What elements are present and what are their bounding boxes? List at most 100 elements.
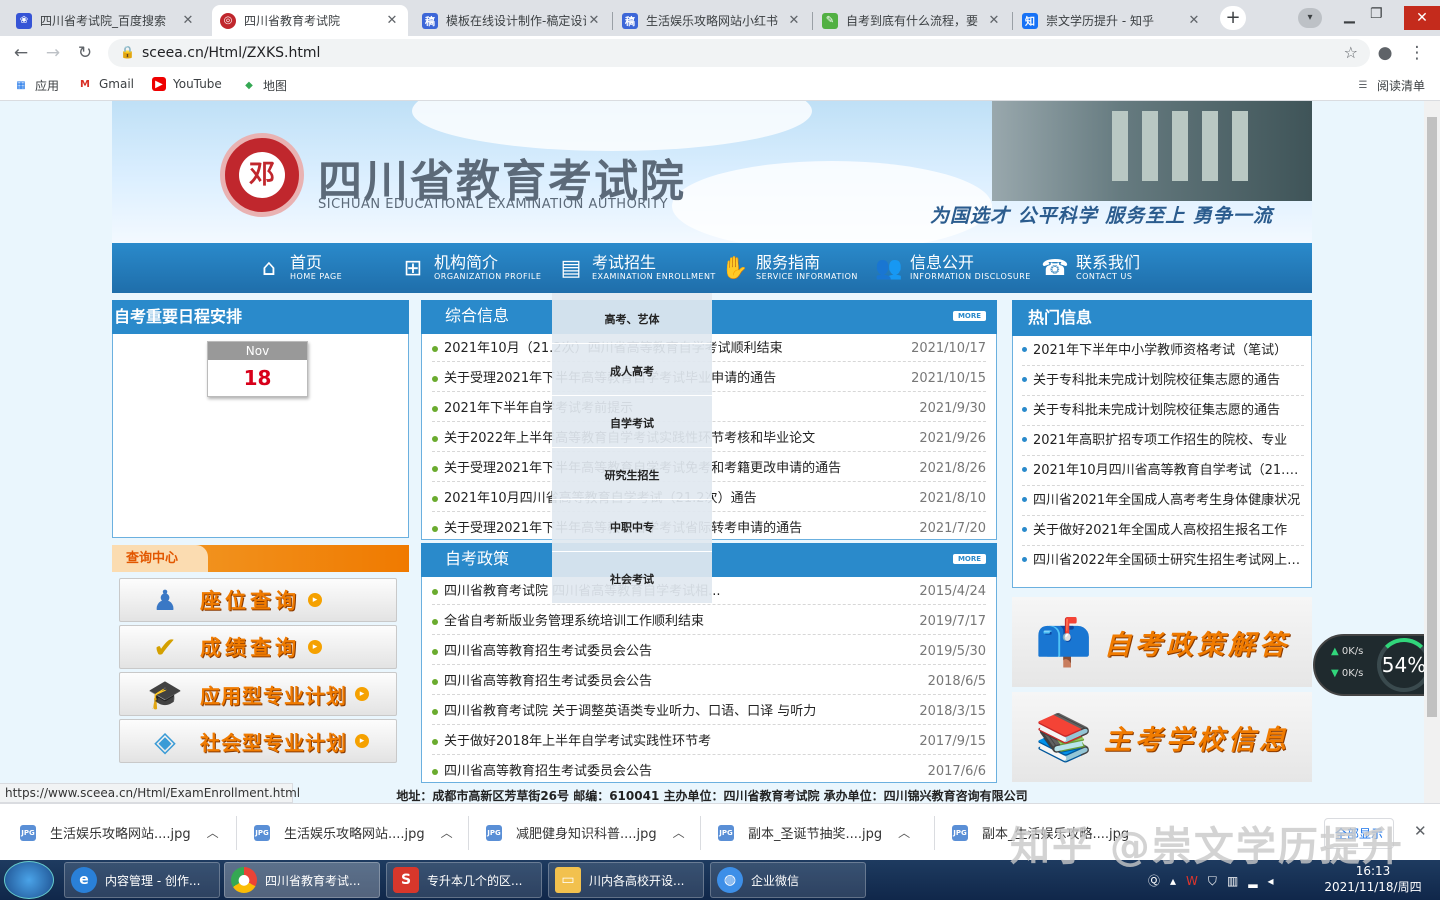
policy-row[interactable]: 四川省教育考试院 关于调整英语类专业听力、口语、口译 与听力 2018/3/15 (432, 701, 986, 725)
close-icon[interactable]: ✕ (786, 13, 802, 28)
star-icon[interactable]: ☆ (1344, 43, 1358, 62)
schedule-panel (112, 300, 409, 538)
chevron-up-icon[interactable]: ︿ (898, 824, 910, 841)
nav-service[interactable]: ✋ 服务指南 SERVICE INFORMATION (721, 243, 858, 293)
chevron-up-icon[interactable]: ︿ (207, 824, 219, 841)
download-item[interactable]: JPG 生活娱乐攻略网站....jpg ︿ (254, 804, 453, 861)
zhihu-watermark: 知乎 @崇文学历提升 (1010, 824, 1404, 870)
policy-row[interactable]: 四川省高等教育招生考试委员会公告 2019/5/30 (432, 641, 986, 665)
dropdown-item-adult-exam[interactable]: 成人高考 (552, 363, 712, 379)
applied-major-plan-button[interactable]: 🎓 应用型专业计划 ▸ (119, 672, 397, 716)
maps-icon: ◆ (245, 80, 253, 91)
tab-zikao-process[interactable]: ✎ 自考到底有什么流程，要 ✕ (814, 5, 1010, 36)
close-icon[interactable]: ✕ (384, 13, 400, 28)
forward-icon[interactable]: → (42, 42, 64, 64)
bookmark-gmail[interactable]: M Gmail (78, 77, 134, 91)
url-text: sceea.cn/Html/ZXKS.html (142, 45, 321, 61)
dropdown-item-self-study[interactable]: 自学考试 (552, 415, 712, 431)
news-more-button[interactable]: MORE (953, 311, 986, 321)
hot-row[interactable]: 关于专科批未完成计划院校征集志愿的通告 (1022, 398, 1304, 426)
download-item[interactable]: JPG 生活娱乐攻略网站....jpg ︿ (20, 804, 219, 861)
qq-icon[interactable]: Ⓠ (1148, 874, 1170, 888)
close-icon[interactable]: ✕ (180, 13, 196, 28)
chevron-up-icon[interactable]: ︿ (673, 824, 685, 841)
policy-row[interactable]: 关于做好2018年上半年自学考试实践性环节考 2017/9/15 (432, 731, 986, 755)
reload-icon[interactable]: ↻ (74, 42, 96, 64)
grad-cap-icon: 🎓 (147, 677, 183, 711)
policy-row[interactable]: 四川省高等教育招生考试委员会公告 2017/6/6 (432, 761, 986, 785)
dropdown-item-vocational[interactable]: 中职中专 (552, 519, 712, 535)
tab-search-icon[interactable]: ▾ (1298, 8, 1322, 28)
score-query-button[interactable]: ✔ 成绩查询 ▸ (119, 625, 397, 669)
minimize-icon[interactable]: ▁ (1344, 8, 1355, 24)
page-scrollbar[interactable] (1424, 101, 1440, 803)
network-speed-widget[interactable]: ▲ 0K/s ▼ 0K/s 54% (1313, 634, 1424, 696)
nav-disclosure[interactable]: 👥 信息公开 INFORMATION DISCLOSURE (875, 243, 1031, 293)
tab-sceea[interactable]: ◎ 四川省教育考试院 ✕ (212, 5, 408, 36)
network-icon[interactable]: ▥ (1227, 874, 1248, 888)
nav-contact[interactable]: ☎ 联系我们 CONTACT US (1041, 243, 1140, 293)
hot-row[interactable]: 2021年下半年中小学教师资格考试（笔试） (1022, 338, 1304, 366)
bookmark-youtube[interactable]: ▶ YouTube (152, 77, 222, 91)
calendar-date[interactable]: Nov 18 (207, 341, 308, 397)
authority-seal-logo: 邓 (220, 133, 304, 217)
scrollbar-thumb[interactable] (1427, 117, 1437, 717)
memory-percent: 54% (1377, 638, 1424, 692)
tray-expand-icon[interactable]: ▴ (1170, 874, 1186, 888)
reading-list[interactable]: ☰ 阅读清单 (1356, 77, 1426, 94)
taskbar-item[interactable]: e 内容管理 - 创作... (64, 862, 220, 898)
close-icon[interactable]: ✕ (986, 13, 1002, 28)
org-chart-icon: ⊞ (403, 255, 423, 281)
wps-tray-icon[interactable]: W (1186, 874, 1208, 888)
security-shield-icon[interactable]: ⛉ (1208, 874, 1227, 888)
hot-row[interactable]: 2021年10月四川省高等教育自学考试（21.2次） (1022, 458, 1304, 486)
bookmark-apps[interactable]: ▦ 应用 (14, 77, 59, 94)
profile-avatar-icon[interactable]: ● (1374, 42, 1396, 64)
close-icon[interactable]: ✕ (1414, 822, 1427, 840)
chevron-up-icon[interactable]: ︿ (441, 824, 453, 841)
close-icon[interactable]: ✕ (586, 13, 602, 28)
taskbar-item[interactable]: ◍ 企业微信 (710, 862, 866, 898)
school-info-banner[interactable]: 📚 主考学校信息 (1012, 692, 1312, 782)
taskbar-item[interactable]: ● 四川省教育考试... (224, 862, 380, 898)
policy-row[interactable]: 四川省高等教育招生考试委员会公告 2018/6/5 (432, 671, 986, 695)
download-item[interactable]: JPG 减肥健身知识科普....jpg ︿ (486, 804, 685, 861)
signal-icon[interactable]: ▂ (1248, 874, 1267, 888)
hot-row[interactable]: 四川省2021年全国成人高考考生身体健康状况 (1022, 488, 1304, 516)
social-major-plan-button[interactable]: ◈ 社会型专业计划 ▸ (119, 719, 397, 763)
dropdown-item-gaokao[interactable]: 高考、艺体 (552, 311, 712, 327)
menu-icon[interactable]: ⋮ (1406, 42, 1428, 64)
tab-zhihu[interactable]: 知崇文学历提升 - 知乎 ✕ (1014, 5, 1210, 36)
baidu-paw-icon: ❀ (16, 12, 32, 29)
tab-xiaohongshu[interactable]: 稿生活娱乐攻略网站小红书 ✕ (614, 5, 810, 36)
taskbar-item[interactable]: S 专升本几个的区... (386, 862, 542, 898)
close-icon[interactable]: ✕ (1186, 13, 1202, 28)
sceea-seal-icon: ◎ (220, 12, 236, 29)
nav-home[interactable]: ⌂ 首页 HOME PAGE (256, 243, 342, 293)
nav-exam-enrollment[interactable]: ▤ 考试招生 EXAMINATION ENROLLMENT (558, 243, 716, 293)
tab-gaoding[interactable]: 稿模板在线设计制作-稿定设计 ✕ (414, 5, 610, 36)
nav-organization[interactable]: ⊞ 机构简介 ORGANIZATION PROFILE (400, 243, 541, 293)
hot-row[interactable]: 关于做好2021年全国成人高校招生报名工作 (1022, 518, 1304, 546)
address-bar[interactable]: 🔒 sceea.cn/Html/ZXKS.html ☆ (108, 39, 1370, 67)
hot-row[interactable]: 2021年高职扩招专项工作招生的院校、专业 (1022, 428, 1304, 456)
dropdown-item-social-exam[interactable]: 社会考试 (552, 571, 712, 587)
back-icon[interactable]: ← (10, 42, 32, 64)
system-tray[interactable]: Ⓠ▴W⛉▥▂◂ (1148, 872, 1284, 889)
bookmark-maps[interactable]: ◆ 地图 (242, 77, 287, 94)
windows-start-icon[interactable] (4, 861, 54, 899)
dropdown-item-graduate[interactable]: 研究生招生 (552, 467, 712, 483)
new-tab-button[interactable]: + (1220, 6, 1246, 30)
download-item[interactable]: JPG 副本_圣诞节抽奖....jpg ︿ (718, 804, 910, 861)
volume-icon[interactable]: ◂ (1268, 874, 1284, 888)
taskbar-item[interactable]: ▭ 川内各高校开设... (548, 862, 704, 898)
tab-baidu-search[interactable]: ❀ 四川省考试院_百度搜索 ✕ (8, 5, 204, 36)
policy-faq-banner[interactable]: 📫 自考政策解答 (1012, 597, 1312, 687)
hot-row[interactable]: 关于专科批未完成计划院校征集志愿的通告 (1022, 368, 1304, 396)
hot-row[interactable]: 四川省2022年全国硕士研究生招生考试网上报名 (1022, 548, 1304, 576)
close-window-icon[interactable]: ✕ (1404, 6, 1440, 30)
policy-row[interactable]: 全省自考新版业务管理系统培训工作顺利结束 2019/7/17 (432, 611, 986, 635)
policy-more-button[interactable]: MORE (953, 554, 986, 564)
seat-query-button[interactable]: ♟ 座位查询 ▸ (119, 578, 397, 622)
restore-icon[interactable]: ❐ (1370, 6, 1383, 22)
